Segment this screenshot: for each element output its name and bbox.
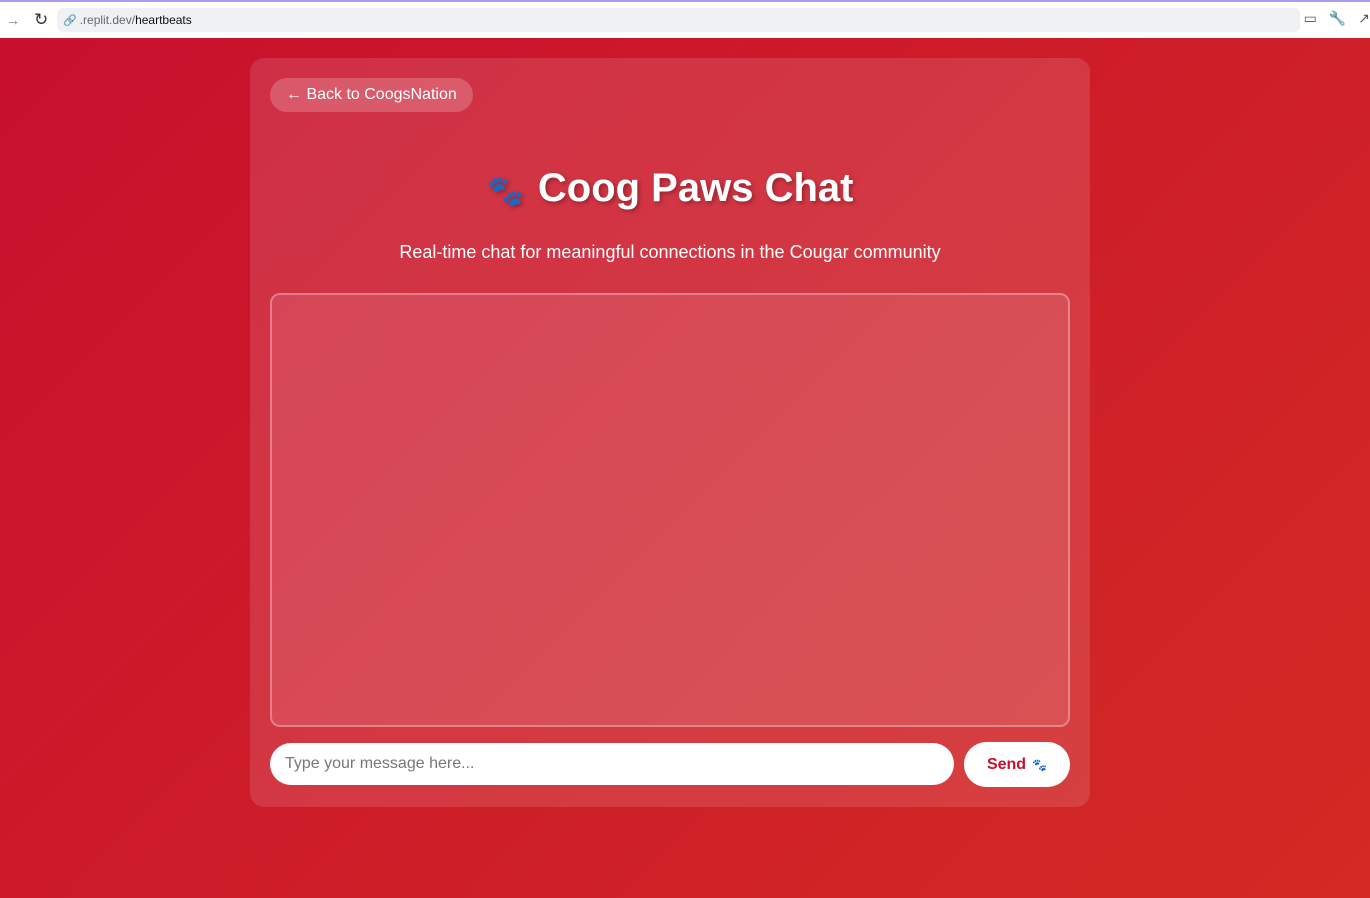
url-host: .replit.dev/	[79, 13, 136, 27]
forward-icon[interactable]: →	[6, 12, 24, 28]
page-title: 🐾 Coog Paws Chat	[250, 166, 1090, 211]
devices-icon[interactable]: ▭	[1304, 10, 1317, 27]
reload-icon[interactable]: ↻	[34, 10, 48, 30]
wrench-icon[interactable]: 🔧	[1329, 10, 1346, 27]
open-tab-icon[interactable]: ↗	[1358, 10, 1370, 27]
chat-messages[interactable]	[270, 293, 1070, 727]
link-icon: 🔗	[63, 14, 77, 27]
send-label: Send	[986, 755, 1027, 773]
message-input[interactable]	[270, 743, 954, 785]
address-bar[interactable]: 🔗 .replit.dev/heartbeats	[57, 8, 1300, 32]
send-button[interactable]: Send 🐾	[964, 742, 1070, 787]
browser-toolbar: → ↻ 🔗 .replit.dev/heartbeats ▭ 🔧 ↗	[0, 0, 1370, 38]
page: ← Back to CoogsNation 🐾 Coog Paws Chat Re…	[0, 38, 1370, 898]
back-button[interactable]: ← Back to CoogsNation	[270, 78, 473, 112]
url-path: heartbeats	[135, 13, 192, 27]
subtitle: Real-time chat for meaningful connection…	[399, 242, 941, 262]
title-text: Coog Paws Chat	[537, 166, 854, 210]
paw-icon: 🐾	[1032, 757, 1048, 772]
chat-card: ← Back to CoogsNation 🐾 Coog Paws Chat Re…	[250, 58, 1090, 807]
paw-icon: 🐾	[486, 175, 524, 208]
